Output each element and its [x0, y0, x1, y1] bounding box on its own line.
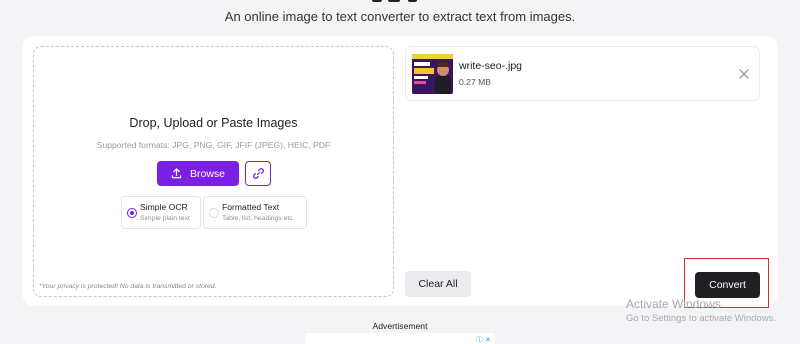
file-name: write-seo-.jpg: [459, 60, 523, 72]
page-subtitle: An online image to text converter to ext…: [224, 9, 576, 24]
option-simple-ocr[interactable]: Simple OCR Simple plain text: [121, 196, 201, 229]
upload-icon: [171, 168, 182, 179]
option-subtitle: Simple plain text: [140, 215, 190, 222]
option-title: Formatted Text: [222, 202, 280, 212]
browse-label: Browse: [189, 167, 225, 180]
convert-button[interactable]: Convert: [695, 272, 760, 298]
paste-url-button[interactable]: [245, 161, 271, 186]
dropzone-title: Drop, Upload or Paste Images: [129, 116, 298, 130]
option-title: Simple OCR: [140, 202, 188, 212]
browse-button[interactable]: Browse: [157, 161, 239, 186]
ad-choices-icon[interactable]: ⓘ ✕: [476, 335, 491, 344]
file-size: 0.27 MB: [459, 77, 492, 87]
option-subtitle: Table, list, headings etc.: [222, 215, 295, 222]
advertisement-slot[interactable]: [305, 333, 495, 344]
upload-dropzone[interactable]: Drop, Upload or Paste Images Supported f…: [33, 46, 394, 297]
watermark-title: Activate Windows: [626, 297, 721, 311]
privacy-note: *Your privacy is protected! No data is t…: [39, 283, 217, 290]
clear-all-button[interactable]: Clear All: [405, 271, 471, 297]
activation-watermark: Activate Windows Go to Settings to activ…: [626, 297, 776, 324]
radio-selected-icon[interactable]: [127, 208, 137, 218]
link-icon: [252, 168, 264, 179]
uploaded-file-card: write-seo-.jpg 0.27 MB: [405, 46, 760, 101]
supported-formats: Supported formats: JPG, PNG, GIF, JFIF (…: [96, 140, 331, 150]
advertisement-label: Advertisement: [372, 321, 428, 331]
page-title-fragment: [368, 0, 432, 2]
close-icon[interactable]: [738, 68, 750, 80]
file-thumbnail: [412, 54, 453, 94]
radio-unselected-icon[interactable]: [209, 208, 219, 218]
option-formatted-text[interactable]: Formatted Text Table, list, headings etc…: [203, 196, 307, 229]
